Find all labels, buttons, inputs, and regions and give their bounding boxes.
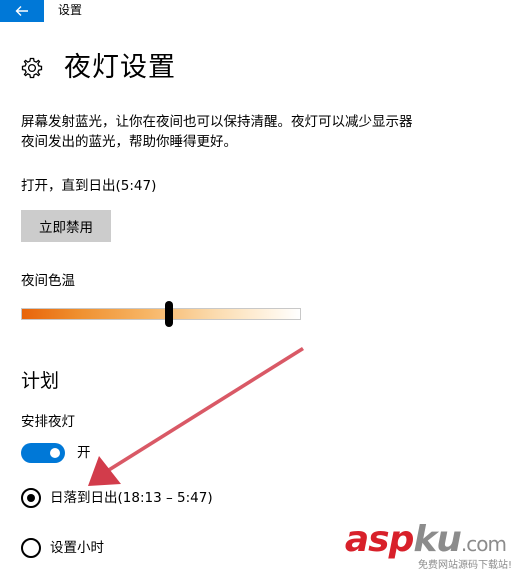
radio-set-hours[interactable]: 设置小时 (21, 537, 104, 559)
disable-now-button[interactable]: 立即禁用 (21, 210, 111, 242)
schedule-toggle[interactable] (21, 443, 65, 463)
description-line: 夜间发出的蓝光，帮助你睡得更好。 (21, 134, 237, 150)
watermark-brand-ku: ku (413, 519, 462, 560)
gear-icon (21, 57, 43, 79)
watermark-tagline: 免费网站源码下载站! (417, 560, 512, 571)
description: 屏幕发射蓝光，让你在夜间也可以保持清醒。夜灯可以减少显示器 夜间发出的蓝光，帮助… (21, 112, 491, 152)
color-temperature-slider[interactable] (21, 301, 301, 327)
back-button[interactable] (0, 0, 44, 22)
radio-button[interactable] (21, 538, 41, 558)
back-arrow-icon (15, 6, 28, 16)
slider-thumb[interactable] (165, 301, 174, 327)
toggle-state-text: 开 (77, 445, 91, 461)
slider-track[interactable] (21, 308, 301, 320)
status-text: 打开，直到日出(5:47) (21, 178, 157, 194)
radio-dot (27, 494, 35, 502)
radio-button-selected[interactable] (21, 488, 41, 508)
title-bar: 设置 (0, 0, 526, 22)
watermark-logo: aspku.com (344, 519, 507, 564)
annotation-arrow-head (88, 456, 121, 486)
annotation-arrow-shaft (107, 347, 304, 472)
toggle-knob (50, 448, 60, 458)
watermark: aspku.com 免费网站源码下载站! (344, 520, 512, 572)
schedule-night-light-label: 安排夜灯 (21, 414, 75, 430)
color-temperature-label: 夜间色温 (21, 273, 75, 289)
radio-sunset-to-sunrise[interactable]: 日落到日出(18:13 – 5:47) (21, 487, 213, 509)
watermark-brand-asp: asp (344, 519, 414, 560)
watermark-domain: .com (460, 532, 507, 556)
schedule-toggle-row: 开 (21, 443, 91, 463)
page-header: 夜灯设置 (21, 48, 176, 88)
page-title: 夜灯设置 (64, 52, 176, 83)
radio-label: 设置小时 (50, 540, 104, 556)
description-line: 屏幕发射蓝光，让你在夜间也可以保持清醒。夜灯可以减少显示器 (21, 114, 413, 130)
app-title: 设置 (58, 3, 83, 17)
radio-label: 日落到日出(18:13 – 5:47) (50, 490, 213, 506)
plan-heading: 计划 (21, 370, 60, 392)
